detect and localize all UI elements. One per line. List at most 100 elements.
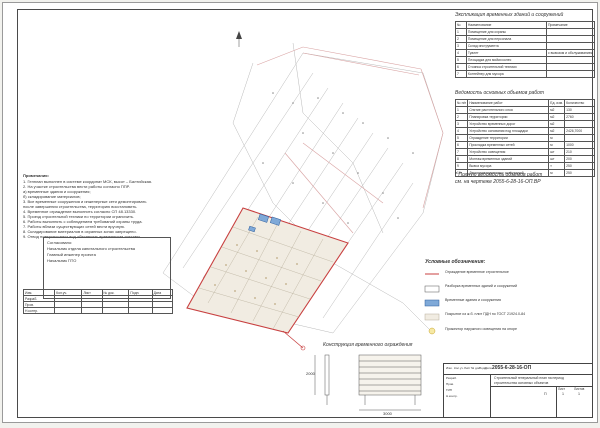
table-cell bbox=[54, 307, 83, 314]
table-row: 6 Прокладка временных сетей м 1000 bbox=[454, 141, 595, 149]
volumes-footnote-2: см. на чертеже 2055-6-28-16-ОП.ВР bbox=[455, 179, 541, 185]
stamp-person: Пров. bbox=[446, 382, 454, 386]
volumes-header-name: Наименование работ bbox=[467, 99, 550, 107]
table-cell: 9 bbox=[454, 162, 469, 170]
table-cell: т bbox=[548, 162, 566, 170]
fence-dim-width: 3000 bbox=[383, 411, 392, 416]
table-cell: 2760 bbox=[564, 113, 595, 121]
table-row: 7 Контейнер для мусора bbox=[455, 70, 595, 78]
table-cell: Н.контр. bbox=[22, 307, 56, 314]
table-cell: 250 bbox=[564, 162, 595, 170]
table-cell: Ограждение территории bbox=[467, 134, 550, 142]
table-cell: 210 bbox=[564, 148, 595, 156]
table-cell: 2 bbox=[454, 113, 469, 121]
table-cell: Прокладка временных сетей bbox=[467, 141, 550, 149]
table-cell bbox=[128, 307, 153, 314]
table-row: 4 Туалет с вывозом и обслуживанием bbox=[455, 49, 595, 57]
table-cell: с вывозом и обслуживанием bbox=[546, 49, 595, 57]
stamp-row-label: Кол.уч. bbox=[454, 366, 464, 370]
sheet-value: 1 bbox=[562, 392, 564, 396]
stamp-row-label: Изм. bbox=[446, 366, 453, 370]
approval-stamp-table: Изм. Кол.уч. Лист № док. Подп. Дата Разраб. П… bbox=[22, 289, 174, 314]
table-row: 3 Склад инструмента bbox=[455, 42, 595, 50]
volumes-header-n: № п/п bbox=[454, 99, 469, 107]
table-cell: 4 bbox=[454, 127, 469, 135]
table-cell: м2 bbox=[548, 106, 566, 114]
table-cell: 200 bbox=[564, 155, 595, 163]
table-row: 5 Площадка для мойки колес bbox=[455, 56, 595, 64]
table-cell: Устройство освещения bbox=[467, 148, 550, 156]
legend-title: Условные обозначения: bbox=[425, 259, 486, 265]
table-row: 2 Планировка территории м2 2760 bbox=[454, 113, 595, 121]
table-cell: 1 bbox=[454, 106, 469, 114]
table-cell: Устройство основания под площадки bbox=[467, 127, 550, 135]
table-cell: Помещение для охраны bbox=[465, 28, 548, 36]
construction-site bbox=[186, 207, 349, 334]
table-row: 6 Стоянка строительной техники bbox=[455, 63, 595, 71]
legend-item: Ограждение временное строительное bbox=[425, 269, 595, 279]
table-cell: м2 bbox=[548, 113, 566, 121]
fence-detail-title: Конструкция временного ограждения bbox=[323, 342, 413, 348]
table-cell bbox=[151, 307, 174, 314]
table-row: 7 Устройство освещения шт 210 bbox=[454, 148, 595, 156]
table-cell: Снятие растительного слоя bbox=[467, 106, 550, 114]
table-cell: Контейнер для мусора bbox=[465, 70, 548, 78]
approval-line: Начальник ПТО bbox=[47, 258, 77, 263]
explication-header-name: Наименование bbox=[465, 21, 548, 29]
table-row: 1 Снятие растительного слоя м2 130 bbox=[454, 106, 595, 114]
table-cell: м2 bbox=[548, 127, 566, 135]
table-cell: Стоянка строительной техники bbox=[465, 63, 548, 71]
table-cell bbox=[546, 28, 595, 36]
table-cell: шт bbox=[548, 155, 566, 163]
table-row: 8 Монтаж временных зданий шт 200 bbox=[454, 155, 595, 163]
explication-header-n: № bbox=[455, 21, 467, 29]
table-cell: 6 bbox=[455, 63, 467, 71]
table-cell: м bbox=[548, 141, 566, 149]
table-row: 1 Помещение для охраны bbox=[455, 28, 595, 36]
table-cell: 7 bbox=[455, 70, 467, 78]
table-cell bbox=[564, 120, 595, 128]
table-cell: Вывоз мусора bbox=[467, 162, 550, 170]
stamp-row-label: Лист bbox=[464, 366, 471, 370]
legend-label: Временные здания и сооружения bbox=[445, 298, 501, 302]
table-cell: Устройство временных дорог bbox=[467, 120, 550, 128]
table-cell: 3 bbox=[454, 120, 469, 128]
volumes-title: Ведомость основных объемов работ bbox=[455, 90, 545, 96]
table-cell bbox=[81, 307, 103, 314]
table-cell bbox=[546, 70, 595, 78]
north-arrow-icon bbox=[236, 31, 242, 47]
legend-label: Прожектор наружного освещения на опоре bbox=[445, 327, 517, 331]
table-cell: Монтаж временных зданий bbox=[467, 155, 550, 163]
table-row: 3 Устройство временных дорог м2 bbox=[454, 120, 595, 128]
volumes-header-qty: Количество bbox=[564, 99, 595, 107]
table-cell: м bbox=[548, 134, 566, 142]
table-cell: Помещение для персонала bbox=[465, 35, 548, 43]
stamp-person: Разраб. bbox=[446, 376, 457, 380]
table-row: 5 Ограждение территории м bbox=[454, 134, 595, 142]
table-cell: Туалет bbox=[465, 49, 548, 57]
explication-title: Экспликация временных зданий и сооружени… bbox=[455, 12, 564, 18]
table-cell: шт bbox=[548, 148, 566, 156]
table-cell: 1000 bbox=[564, 141, 595, 149]
table-cell: 6 bbox=[454, 141, 469, 149]
table-row: 4 Устройство основания под площадки м2 2426… bbox=[454, 127, 595, 135]
table-cell: 2 bbox=[455, 35, 467, 43]
legend-item: Разборка временных зданий и сооружений bbox=[425, 283, 595, 293]
table-cell: 4 bbox=[455, 49, 467, 57]
approval-line: Согласовано: bbox=[47, 240, 73, 245]
table-cell: 1 bbox=[455, 28, 467, 36]
stamp-row-label: Дата bbox=[485, 366, 492, 370]
table-cell: 130 bbox=[564, 106, 595, 114]
approval-line: Главный инженер проекта bbox=[47, 252, 96, 257]
table-cell: 5 bbox=[454, 134, 469, 142]
stage-value: П bbox=[544, 392, 547, 396]
fence-dim-height: 2000 bbox=[306, 371, 315, 376]
table-cell bbox=[564, 134, 595, 142]
fence-detail-drawing bbox=[314, 354, 422, 411]
table-cell: 7 bbox=[454, 148, 469, 156]
table-cell: Площадка для мойки колес bbox=[465, 56, 548, 64]
table-cell: м2 bbox=[548, 120, 566, 128]
explication-table: № Наименование Примечание 1 Помещение для… bbox=[455, 21, 595, 78]
legend-item: Покрытие из ж.б. плит ПДН по ГОСТ 21924.… bbox=[425, 311, 595, 321]
notes-title: Примечания: bbox=[23, 173, 49, 178]
